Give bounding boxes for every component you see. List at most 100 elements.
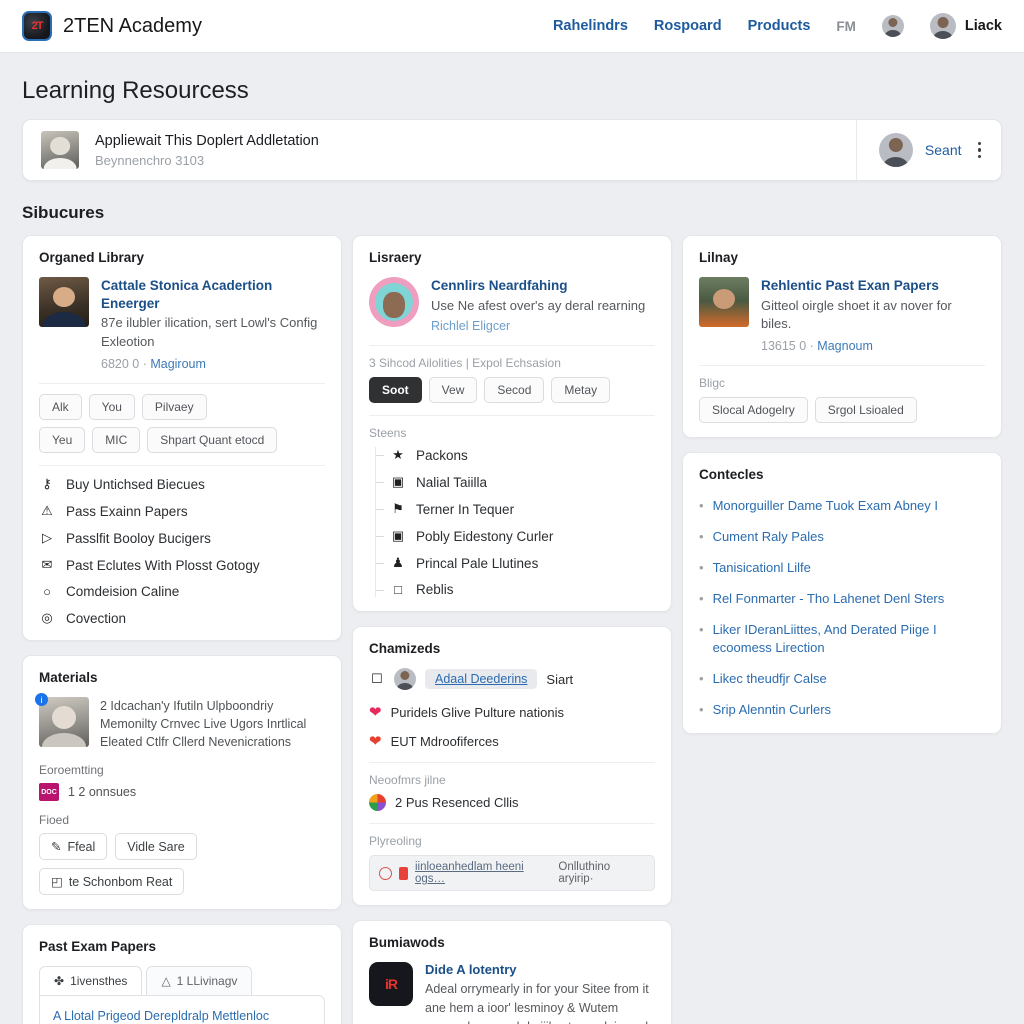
contecles-links: • Monorguiller Dame Tuok Exam Abney I • Cu… — [699, 497, 985, 719]
organed-library-chips-row-2: Yeu MIC Shpart Quant etocd — [39, 427, 325, 453]
libraery-meta: 3 Sihcod Ailolities | Expol Echsasion — [369, 356, 561, 370]
nav-avatar-secondary[interactable] — [881, 15, 904, 37]
chamizeds-mid-row[interactable]: 2 Pus Resenced Cllis — [369, 794, 655, 811]
edit-button[interactable]: ✎ Ffeal — [39, 833, 108, 860]
tree-item[interactable]: ★ Packons — [376, 447, 655, 463]
card-organed-library: Organed Library Cattale Stonica Acaderti… — [22, 235, 342, 641]
organed-library-item-meta: 6820 0 · Magiroum — [101, 357, 325, 371]
organed-library-thumbnail-image — [39, 277, 89, 327]
chip-pilvaey[interactable]: Pilvaey — [141, 394, 207, 420]
card-libraery: Lisraery Cennlirs Neardfahing Use Ne afe… — [352, 235, 672, 612]
inline-bar-link[interactable]: iinloeanhedlam heeni ogs… — [415, 861, 551, 885]
list-item[interactable]: ⚷ Buy Untichsed Biecues — [39, 476, 325, 492]
lilnay-thumbnail-image — [699, 277, 749, 327]
inline-bar-trailing: Onlluthino aryirip· — [558, 861, 611, 885]
nav-user-group[interactable]: Liack — [929, 13, 1002, 39]
play-icon: ▷ — [42, 530, 52, 545]
divider — [39, 383, 325, 384]
list-item[interactable]: • Liker IDeranLiittes, And Derated Piige … — [699, 621, 985, 657]
nav-link-rahelindrs[interactable]: Rahelindrs — [553, 18, 628, 34]
chip-slocal-adogelry[interactable]: Slocal Adogelry — [699, 397, 808, 424]
nav-right-group: Rahelindrs Rospoard Products FM Liack — [553, 13, 1002, 39]
chip-alk[interactable]: Alk — [39, 394, 82, 420]
vidle-sare-button[interactable]: Vidle Sare — [115, 833, 197, 860]
chamizeds-pill[interactable]: Adaal Deederins — [425, 669, 538, 689]
list-item[interactable]: • Monorguiller Dame Tuok Exam Abney I — [699, 497, 985, 515]
tab-label: 1 LLivinagv — [176, 974, 238, 988]
divider-2 — [39, 465, 325, 466]
button-vew[interactable]: Vew — [428, 377, 478, 403]
divider-2 — [369, 823, 655, 824]
button-secod[interactable]: Secod — [484, 377, 545, 403]
list-item[interactable]: ○ Comdeision Caline — [39, 584, 325, 599]
chip-you[interactable]: You — [88, 394, 135, 420]
button-soot[interactable]: Soot — [369, 377, 422, 403]
list-item[interactable]: • Tanisicationl Lilfe — [699, 559, 985, 577]
lilnay-body: Rehlentic Past Exan Papers Gitteol oirgl… — [761, 277, 985, 353]
nav-link-rospoard[interactable]: Rospoard — [654, 18, 722, 34]
bumiawods-media[interactable]: iR Dide A lotentry Adeal orrymearly in f… — [369, 962, 655, 1024]
list-item[interactable]: ▷ Passlfit Booloy Bucigers — [39, 530, 325, 546]
hero-owner-avatar[interactable] — [878, 133, 913, 167]
organed-library-item-title[interactable]: Cattale Stonica Acadertion Eneerger — [101, 277, 325, 312]
tree-item[interactable]: ♟ Princal Pale Llutines — [376, 555, 655, 571]
list-item[interactable]: • Srip Alenntin Curlers — [699, 701, 985, 719]
tab-1llivinagv[interactable]: △ 1 LLivinagv — [146, 966, 253, 995]
meta-link[interactable]: Magiroum — [150, 357, 206, 371]
nav-avatar-primary[interactable] — [929, 13, 956, 39]
chamizeds-heart-row-2[interactable]: ❤ EUT Mdroofiferces — [369, 732, 655, 750]
bumiawods-item-title[interactable]: Dide A lotentry — [425, 962, 655, 977]
bullet-icon: • — [699, 498, 704, 514]
column-left: Organed Library Cattale Stonica Acaderti… — [22, 235, 342, 1024]
card-title-libraery: Lisraery — [369, 250, 422, 265]
libraery-media[interactable]: Cennlirs Neardfahing Use Ne afest over's… — [369, 277, 655, 333]
list-item[interactable]: ◎ Covection — [39, 610, 325, 626]
chip-shpart-quant[interactable]: Shpart Quant etocd — [147, 427, 278, 453]
list-item-label: Buy Untichsed Biecues — [66, 476, 205, 492]
libraery-body: Cennlirs Neardfahing Use Ne afest over's… — [431, 277, 645, 333]
tree-item-label: Packons — [416, 447, 468, 463]
circle-icon: ○ — [43, 584, 51, 599]
button-metay[interactable]: Metay — [551, 377, 611, 403]
nav-link-products[interactable]: Products — [748, 18, 811, 34]
list-item[interactable]: • Rel Fonmarter - Tho Lahenet Denl Sters — [699, 590, 985, 608]
chamizeds-heart-row-1[interactable]: ❤ Puridels Glive Pulture nationis — [369, 703, 655, 721]
kebab-menu-icon[interactable] — [974, 138, 986, 163]
libraery-item-link[interactable]: Richlel Eligcer — [431, 319, 645, 333]
list-item[interactable]: • Likec theudfjr Calse — [699, 670, 985, 688]
lilnay-item-title[interactable]: Rehlentic Past Exan Papers — [761, 277, 985, 295]
lilnay-item-desc: Gitteol oirgle shoet it av nover for bil… — [761, 297, 952, 331]
list-item[interactable]: ⚠ Pass Exainn Papers — [39, 503, 325, 519]
tree-item[interactable]: ⚑ Terner In Tequer — [376, 501, 655, 517]
libraery-item-title[interactable]: Cennlirs Neardfahing — [431, 277, 645, 295]
libraery-item-desc: Use Ne afest over's ay deral rearning — [431, 297, 646, 313]
past-exam-papers-panel: A Llotal Prigeod Derepldralp Mettlenloc … — [39, 995, 325, 1024]
hero-owner-name[interactable]: Seant — [925, 142, 962, 158]
mail-icon: ✉ — [41, 557, 53, 572]
chip-srgol-lsioaled[interactable]: Srgol Lsioaled — [814, 397, 917, 424]
list-item[interactable]: ✉ Past Eclutes With Plosst Gotogy — [39, 557, 325, 573]
tree-item[interactable]: ▣ Pobly Eidestony Curler — [376, 528, 655, 544]
materials-file-row[interactable]: DOC 1 2 onnsues — [39, 783, 325, 801]
list-item[interactable]: • Cument Raly Pales — [699, 528, 985, 546]
bullet-icon: • — [699, 591, 704, 607]
chip-mic[interactable]: MIC — [92, 427, 141, 453]
panel-title[interactable]: A Llotal Prigeod Derepldralp Mettlenloc … — [53, 1008, 311, 1024]
divider — [369, 762, 655, 763]
organed-library-media[interactable]: Cattale Stonica Acadertion Eneerger 87e … — [39, 277, 325, 371]
chamizeds-inline-bar[interactable]: iinloeanhedlam heeni ogs… Onlluthino ary… — [369, 855, 655, 891]
brand[interactable]: 2T 2TEN Academy — [22, 11, 202, 41]
chamizeds-trailing: Siart — [546, 671, 574, 687]
warning-icon: ⚠ — [41, 503, 53, 518]
bumiawods-logo-icon: iR — [369, 962, 413, 1006]
meta-link[interactable]: Magnoum — [817, 339, 873, 353]
chamizeds-avatar[interactable] — [394, 668, 416, 690]
bullet-icon: • — [699, 622, 704, 638]
tab-1ivensthes[interactable]: ✤ 1ivensthes — [39, 966, 143, 995]
tree-item[interactable]: ▣ Nalial Taiilla — [376, 474, 655, 490]
hero-thumbnail-image — [41, 131, 79, 169]
schonbom-reat-button[interactable]: ◰ te Schonbom Reat — [39, 868, 185, 895]
chip-yeu[interactable]: Yeu — [39, 427, 86, 453]
lilnay-media[interactable]: Rehlentic Past Exan Papers Gitteol oirgl… — [699, 277, 985, 353]
tree-item[interactable]: □ Reblis — [376, 582, 655, 597]
